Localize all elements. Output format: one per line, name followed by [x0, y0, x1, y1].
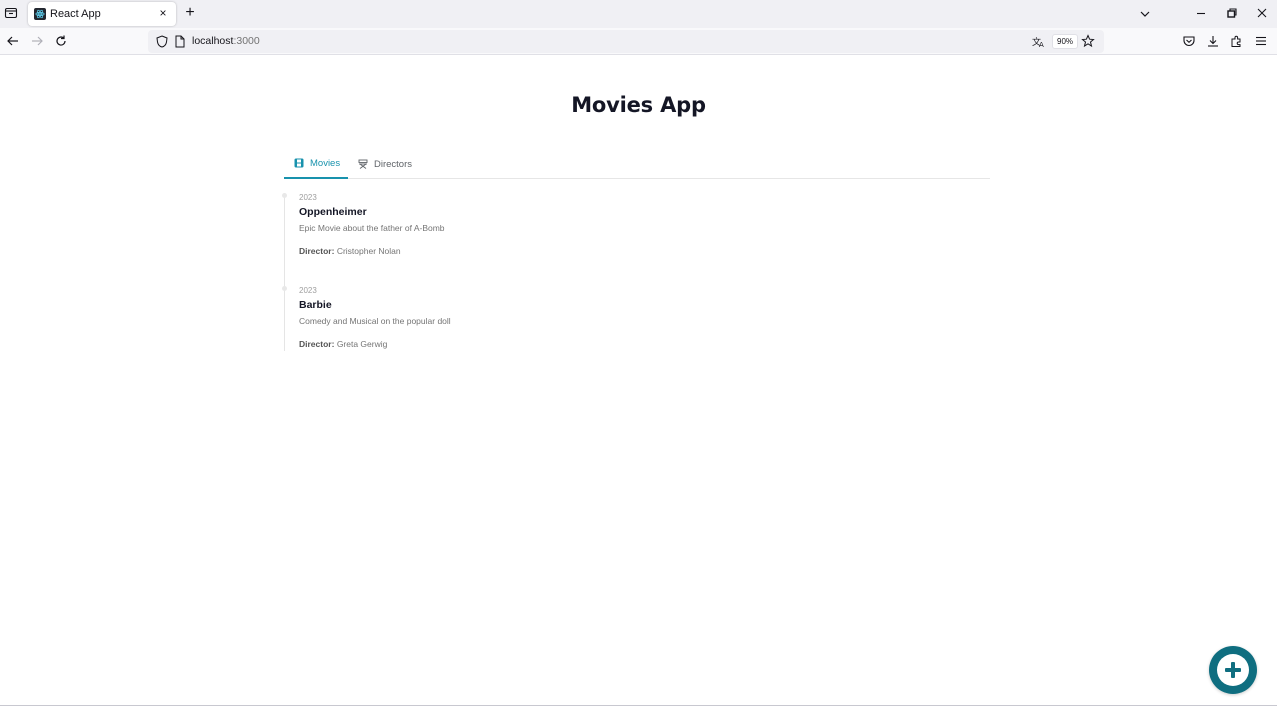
new-tab-button[interactable]: + [182, 4, 198, 22]
movie-director: Director: Greta Gerwig [299, 339, 387, 349]
director-label: Director: [299, 339, 335, 349]
movie-title: Oppenheimer [299, 206, 367, 218]
list-all-tabs-chevron-icon[interactable] [1138, 7, 1152, 21]
close-tab-icon[interactable]: × [156, 6, 170, 20]
url-port: :3000 [233, 35, 260, 47]
movie-description: Epic Movie about the father of A-Bomb [299, 223, 445, 233]
page-info-icon[interactable] [175, 35, 185, 48]
page-content: Movies App Movies Directors 2023 Oppenhe… [0, 56, 1277, 706]
svg-text:A: A [1039, 41, 1044, 49]
movie-year: 2023 [299, 286, 317, 295]
url-host: localhost [192, 35, 234, 47]
tabs-bar: Movies Directors [284, 149, 990, 179]
tab-directors[interactable]: Directors [358, 149, 438, 179]
add-movie-button[interactable] [1209, 646, 1257, 694]
url-text[interactable]: localhost:3000 [192, 35, 260, 47]
reload-icon[interactable] [54, 34, 68, 48]
director-name: Cristopher Nolan [336, 246, 401, 256]
movie-title: Barbie [299, 299, 332, 311]
film-icon [294, 158, 304, 168]
movie-director: Director: Cristopher Nolan [299, 246, 401, 256]
movie-description: Comedy and Musical on the popular doll [299, 316, 451, 326]
tab-list-icon[interactable] [4, 6, 18, 20]
browser-nav-bar: localhost:3000 文 A 90% [0, 28, 1277, 55]
tab-movies[interactable]: Movies [284, 149, 348, 179]
forward-arrow-icon[interactable] [30, 34, 44, 48]
zoom-level-badge[interactable]: 90% [1052, 34, 1079, 49]
tab-movies-label: Movies [310, 157, 341, 169]
restore-window-icon[interactable] [1225, 6, 1239, 20]
app-title: Movies App [571, 93, 706, 117]
hamburger-menu-icon[interactable] [1254, 34, 1268, 48]
browser-tab[interactable]: React App × [28, 2, 176, 26]
plus-circle-icon [1217, 654, 1249, 686]
tracking-protection-shield-icon[interactable] [156, 35, 168, 48]
back-arrow-icon[interactable] [6, 34, 20, 48]
director-name: Greta Gerwig [336, 339, 388, 349]
browser-tab-bar: React App × + [0, 0, 1277, 28]
url-bar[interactable]: localhost:3000 文 A 90% [148, 30, 1104, 53]
director-label: Director: [299, 246, 335, 256]
minimize-window-icon[interactable] [1194, 6, 1208, 20]
close-window-icon[interactable] [1255, 6, 1269, 20]
pocket-icon[interactable] [1182, 34, 1196, 48]
react-favicon-icon [34, 8, 46, 20]
browser-tab-title: React App [50, 8, 101, 20]
translate-icon[interactable]: 文 A [1032, 35, 1046, 49]
bookmark-star-icon[interactable] [1081, 34, 1095, 48]
downloads-icon[interactable] [1206, 34, 1220, 48]
tab-directors-label: Directors [374, 158, 413, 170]
movies-timeline: 2023 Oppenheimer Epic Movie about the fa… [282, 193, 884, 351]
timeline-dot [282, 286, 287, 291]
movie-year: 2023 [299, 193, 317, 202]
extensions-puzzle-icon[interactable] [1230, 34, 1244, 48]
timeline-dot [282, 193, 287, 198]
director-chair-icon [358, 159, 368, 169]
